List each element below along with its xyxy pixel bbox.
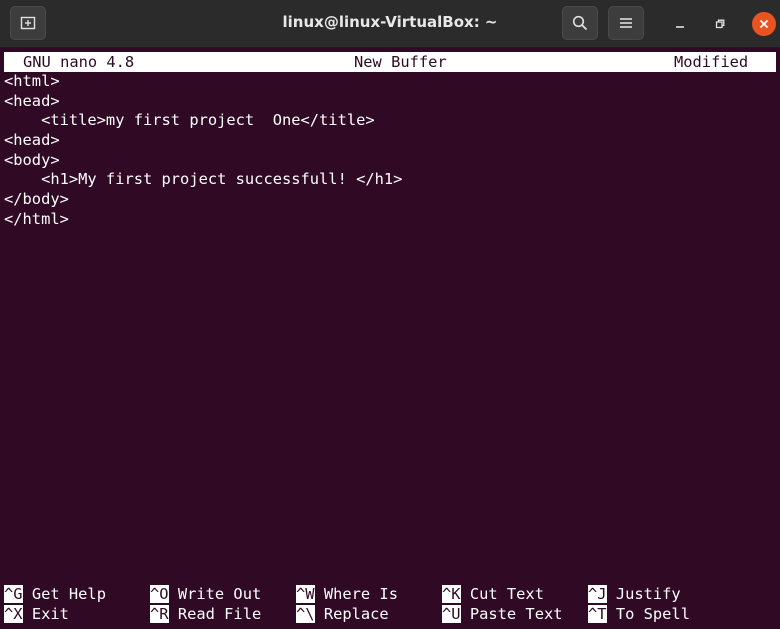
- terminal-content[interactable]: GNU nano 4.8 New Buffer Modified <html> …: [4, 52, 776, 625]
- buffer-line[interactable]: <title>my first project One</title>: [4, 111, 776, 131]
- search-button[interactable]: [562, 6, 598, 40]
- shortcut-replace[interactable]: ^\ Replace: [296, 604, 389, 624]
- restore-icon: [715, 19, 725, 29]
- modified-status: Modified: [674, 53, 749, 71]
- maximize-button[interactable]: [708, 12, 732, 36]
- shortcut-to-spell[interactable]: ^T To Spell: [588, 604, 690, 624]
- title-bar: linux@linux-VirtualBox: ~: [0, 0, 780, 48]
- buffer-line[interactable]: <head>: [4, 92, 776, 112]
- minimize-icon: [676, 26, 684, 28]
- shortcut-justify[interactable]: ^J Justify: [588, 584, 681, 604]
- close-button[interactable]: [752, 12, 776, 36]
- buffer-line[interactable]: </html>: [4, 210, 776, 230]
- buffer-line[interactable]: <html>: [4, 72, 776, 92]
- nano-version: GNU nano 4.8: [23, 53, 135, 71]
- buffer-line[interactable]: <body>: [4, 151, 776, 171]
- terminal-window: linux@linux-VirtualBox: ~ GNU nano 4.8 N…: [0, 0, 780, 629]
- minimize-button[interactable]: [668, 12, 692, 36]
- buffer-line[interactable]: <h1>My first project successfull! </h1>: [4, 170, 776, 190]
- search-icon: [572, 15, 588, 31]
- shortcut-cut-text[interactable]: ^K Cut Text: [442, 584, 544, 604]
- buffer-line[interactable]: </body>: [4, 190, 776, 210]
- close-icon: [759, 19, 769, 29]
- buffer-name: New Buffer: [354, 53, 447, 71]
- shortcut-exit[interactable]: ^X Exit: [4, 604, 69, 624]
- hamburger-menu-icon: [620, 18, 632, 28]
- nano-header-bar: GNU nano 4.8 New Buffer Modified: [4, 52, 776, 72]
- buffer-line[interactable]: <head>: [4, 131, 776, 151]
- shortcut-write-out[interactable]: ^O Write Out: [150, 584, 261, 604]
- shortcut-where-is[interactable]: ^W Where Is: [296, 584, 398, 604]
- nano-shortcut-bar: ^G Get Help ^O Write Out ^W Where Is ^K …: [4, 584, 776, 624]
- shortcut-read-file[interactable]: ^R Read File: [150, 604, 261, 624]
- editor-buffer[interactable]: <html> <head> <title>my first project On…: [4, 72, 776, 230]
- new-tab-button[interactable]: [10, 6, 46, 40]
- menu-button[interactable]: [608, 6, 644, 40]
- new-tab-icon: [20, 16, 36, 30]
- shortcut-paste-text[interactable]: ^U Paste Text: [442, 604, 563, 624]
- shortcut-get-help[interactable]: ^G Get Help: [4, 584, 106, 604]
- window-title: linux@linux-VirtualBox: ~: [282, 13, 498, 31]
